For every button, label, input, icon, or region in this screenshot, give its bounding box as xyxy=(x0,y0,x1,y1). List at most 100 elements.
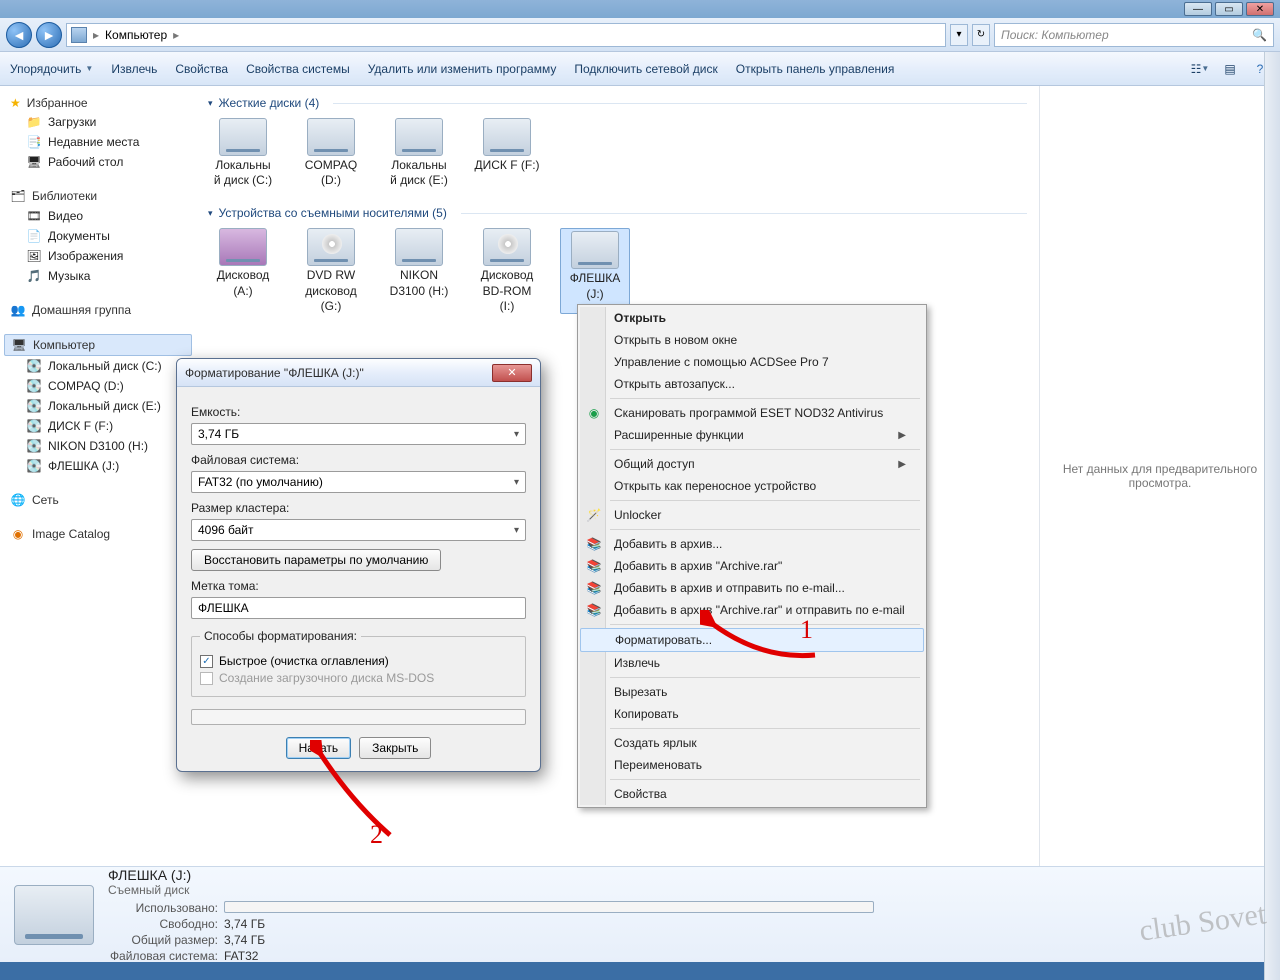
sidebar-drive-e[interactable]: 💽Локальный диск (E:) xyxy=(4,396,192,416)
sidebar-favorites-header[interactable]: ★Избранное xyxy=(4,94,192,112)
breadcrumb-history-button[interactable]: ▾ xyxy=(950,24,968,46)
quick-format-checkbox[interactable]: ✓Быстрое (очистка оглавления) xyxy=(200,654,517,668)
map-drive-button[interactable]: Подключить сетевой диск xyxy=(574,62,717,76)
vertical-scrollbar[interactable] xyxy=(1264,52,1280,980)
cm-advanced[interactable]: Расширенные функции▶ xyxy=(580,424,924,446)
drive-icon: 💽 xyxy=(26,458,42,474)
chevron-right-icon: ▸ xyxy=(93,28,99,42)
cm-autorun[interactable]: Открыть автозапуск... xyxy=(580,373,924,395)
recent-icon: 📑 xyxy=(26,134,42,150)
dialog-close-button[interactable]: ✕ xyxy=(492,364,532,382)
cm-eset[interactable]: ◉Сканировать программой ESET NOD32 Antiv… xyxy=(580,402,924,424)
cm-addarchrar[interactable]: 📚Добавить в архив "Archive.rar" xyxy=(580,555,924,577)
breadcrumb-root[interactable]: Компьютер xyxy=(105,28,167,42)
documents-icon: 📄 xyxy=(26,228,42,244)
drive-j-selected[interactable]: ФЛЕШКА(J:) xyxy=(560,228,630,314)
system-properties-button[interactable]: Свойства системы xyxy=(246,62,350,76)
properties-button[interactable]: Свойства xyxy=(175,62,228,76)
sidebar-downloads[interactable]: 📁Загрузки xyxy=(4,112,192,132)
maximize-button[interactable]: ▭ xyxy=(1215,2,1243,16)
view-options-button[interactable]: ☷▼ xyxy=(1190,59,1210,79)
cm-properties[interactable]: Свойства xyxy=(580,783,924,805)
music-icon: 🎵 xyxy=(26,268,42,284)
drive-h[interactable]: NIKOND3100 (H:) xyxy=(384,228,454,314)
preview-pane-button[interactable]: ▤ xyxy=(1220,59,1240,79)
chevron-right-icon: ▸ xyxy=(173,28,179,42)
cm-unlocker[interactable]: 🪄Unlocker xyxy=(580,504,924,526)
sidebar-documents[interactable]: 📄Документы xyxy=(4,226,192,246)
details-pane: ФЛЕШКА (J:) Съемный диск Использовано: С… xyxy=(0,866,1280,962)
section-hdd[interactable]: ▾Жесткие диски (4) xyxy=(208,96,1027,110)
sidebar-drive-d[interactable]: 💽COMPAQ (D:) xyxy=(4,376,192,396)
status-title: ФЛЕШКА (J:) xyxy=(108,867,874,883)
drive-icon: 💽 xyxy=(26,358,42,374)
sidebar-pictures[interactable]: 🖼Изображения xyxy=(4,246,192,266)
cm-rename[interactable]: Переименовать xyxy=(580,754,924,776)
preview-pane: Нет данных для предварительного просмотр… xyxy=(1040,86,1280,866)
cm-addarch[interactable]: 📚Добавить в архив... xyxy=(580,533,924,555)
sidebar-network[interactable]: 🌐Сеть xyxy=(4,490,192,510)
drive-a[interactable]: Дисковод(A:) xyxy=(208,228,278,314)
sidebar-drive-c[interactable]: 💽Локальный диск (C:) xyxy=(4,356,192,376)
cm-open-new[interactable]: Открыть в новом окне xyxy=(580,329,924,351)
sidebar-music[interactable]: 🎵Музыка xyxy=(4,266,192,286)
winrar-icon: 📚 xyxy=(586,558,602,574)
winrar-icon: 📚 xyxy=(586,602,602,618)
drive-large-icon xyxy=(14,885,94,945)
removable-list: Дисковод(A:) DVD RWдисковод(G:) NIKOND31… xyxy=(208,228,1027,314)
status-subtitle: Съемный диск xyxy=(108,883,874,897)
open-control-panel-button[interactable]: Открыть панель управления xyxy=(736,62,895,76)
sidebar-computer[interactable]: 🖥Компьютер xyxy=(4,334,192,356)
navigation-pane: ★Избранное 📁Загрузки 📑Недавние места 🖥Ра… xyxy=(0,86,196,866)
dvd-icon xyxy=(307,228,355,266)
cm-cut[interactable]: Вырезать xyxy=(580,681,924,703)
drive-icon: 💽 xyxy=(26,438,42,454)
cm-acdsee[interactable]: Управление с помощью ACDSee Pro 7 xyxy=(580,351,924,373)
back-button[interactable]: ◄ xyxy=(6,22,32,48)
drive-c[interactable]: Локальный диск (C:) xyxy=(208,118,278,188)
organize-menu[interactable]: Упорядочить▼ xyxy=(10,62,93,76)
section-removable[interactable]: ▾Устройства со съемными носителями (5) xyxy=(208,206,1027,220)
sidebar-drive-j[interactable]: 💽ФЛЕШКА (J:) xyxy=(4,456,192,476)
minimize-button[interactable]: — xyxy=(1184,2,1212,16)
dialog-titlebar[interactable]: Форматирование "ФЛЕШКА (J:)" ✕ xyxy=(177,359,540,387)
sidebar-libraries-header[interactable]: 🗂Библиотеки xyxy=(4,186,192,206)
breadcrumb[interactable]: ▸ Компьютер ▸ xyxy=(66,23,946,47)
search-icon: 🔍 xyxy=(1252,28,1267,42)
forward-button[interactable]: ► xyxy=(36,22,62,48)
drive-f[interactable]: ДИСК F (F:) xyxy=(472,118,542,188)
cm-addemail[interactable]: 📚Добавить в архив и отправить по e-mail.… xyxy=(580,577,924,599)
drive-e[interactable]: Локальный диск (E:) xyxy=(384,118,454,188)
sidebar-homegroup[interactable]: 👥Домашняя группа xyxy=(4,300,192,320)
filesystem-select[interactable]: FAT32 (по умолчанию) xyxy=(191,471,526,493)
hdd-icon xyxy=(219,118,267,156)
refresh-button[interactable]: ↻ xyxy=(972,24,990,46)
drive-i[interactable]: ДисководBD-ROM(I:) xyxy=(472,228,542,314)
hdd-icon xyxy=(483,118,531,156)
sidebar-drive-h[interactable]: 💽NIKON D3100 (H:) xyxy=(4,436,192,456)
sidebar-desktop[interactable]: 🖥Рабочий стол xyxy=(4,152,192,172)
restore-defaults-button[interactable]: Восстановить параметры по умолчанию xyxy=(191,549,441,571)
format-options-group: Способы форматирования: ✓Быстрое (очистк… xyxy=(191,629,526,697)
sidebar-imagecatalog[interactable]: ◉Image Catalog xyxy=(4,524,192,544)
extract-button[interactable]: Извлечь xyxy=(111,62,157,76)
drive-d[interactable]: COMPAQ(D:) xyxy=(296,118,366,188)
cm-share[interactable]: Общий доступ▶ xyxy=(580,453,924,475)
search-input[interactable]: Поиск: Компьютер 🔍 xyxy=(994,23,1274,47)
close-window-button[interactable]: ✕ xyxy=(1246,2,1274,16)
cm-shortcut[interactable]: Создать ярлык xyxy=(580,732,924,754)
cm-portable[interactable]: Открыть как переносное устройство xyxy=(580,475,924,497)
sidebar-videos[interactable]: 🎞Видео xyxy=(4,206,192,226)
cluster-select[interactable]: 4096 байт xyxy=(191,519,526,541)
sidebar-recent[interactable]: 📑Недавние места xyxy=(4,132,192,152)
capacity-select[interactable]: 3,74 ГБ xyxy=(191,423,526,445)
cm-open[interactable]: Открыть xyxy=(580,307,924,329)
remove-change-button[interactable]: Удалить или изменить программу xyxy=(368,62,557,76)
format-dialog: Форматирование "ФЛЕШКА (J:)" ✕ Емкость: … xyxy=(176,358,541,772)
volume-label-input[interactable]: ФЛЕШКА xyxy=(191,597,526,619)
drive-g[interactable]: DVD RWдисковод(G:) xyxy=(296,228,366,314)
sidebar-drive-f[interactable]: 💽ДИСК F (F:) xyxy=(4,416,192,436)
format-progress xyxy=(191,709,526,725)
libraries-icon: 🗂 xyxy=(10,188,26,204)
cm-copy[interactable]: Копировать xyxy=(580,703,924,725)
